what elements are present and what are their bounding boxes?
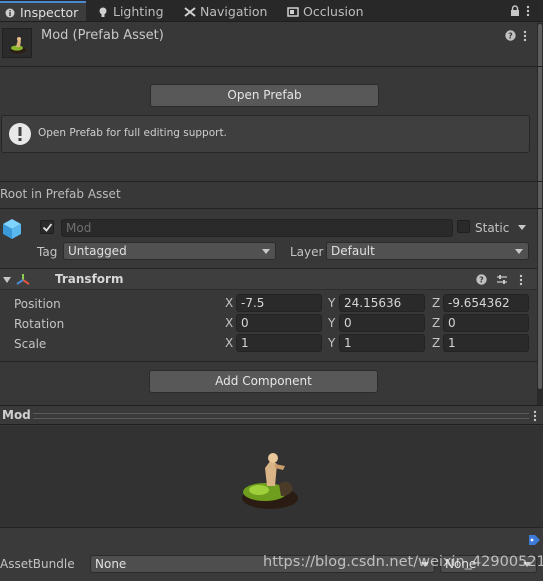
info-help-box: Open Prefab for full editing support. — [1, 115, 530, 153]
rotation-label: Rotation — [14, 317, 65, 331]
page-title: Mod (Prefab Asset) — [41, 28, 164, 43]
tab-navigation[interactable]: Navigation — [180, 2, 280, 22]
scale-x-field[interactable]: 1 — [236, 334, 322, 352]
divider — [0, 181, 543, 182]
more-menu-icon[interactable] — [526, 5, 530, 17]
x-axis-label[interactable]: X — [225, 314, 233, 332]
lock-icon[interactable] — [510, 5, 520, 17]
position-z-field[interactable]: -9.654362 — [443, 294, 529, 312]
rotation-x-field[interactable]: 0 — [236, 314, 322, 332]
chevron-down-icon — [262, 249, 270, 254]
warning-icon — [9, 123, 31, 145]
y-axis-label[interactable]: Y — [328, 334, 335, 352]
tab-label: Occlusion — [303, 4, 364, 19]
rotation-y-field[interactable]: 0 — [339, 314, 425, 332]
help-icon[interactable]: ? — [476, 274, 487, 285]
object-name-input[interactable]: Mod — [61, 219, 453, 237]
tab-label: Inspector — [20, 5, 79, 20]
position-x-field[interactable]: -7.5 — [236, 294, 322, 312]
divider — [0, 208, 543, 209]
prefab-model-icon — [10, 37, 26, 54]
svg-text:?: ? — [479, 276, 484, 285]
layer-label: Layer — [290, 245, 324, 259]
layer-dropdown[interactable]: Default — [326, 242, 529, 260]
drag-handle[interactable] — [33, 413, 529, 419]
x-axis-label[interactable]: X — [225, 294, 233, 312]
preview-more-icon[interactable] — [533, 410, 537, 422]
info-icon — [5, 8, 15, 18]
gameobject-cube-icon — [3, 219, 21, 239]
static-checkbox[interactable] — [457, 220, 470, 233]
occlusion-icon — [287, 7, 299, 17]
tab-inspector[interactable]: Inspector — [0, 1, 86, 21]
navigation-icon — [184, 7, 196, 17]
scrollbar-thumb[interactable] — [538, 24, 542, 389]
header-more-icon[interactable] — [523, 30, 527, 42]
transform-header[interactable]: Transform ? — [0, 268, 537, 290]
component-more-icon[interactable] — [519, 274, 523, 286]
rotation-z-field[interactable]: 0 — [443, 314, 529, 332]
label-tag-icon[interactable] — [527, 533, 541, 547]
root-label: Root in Prefab Asset — [0, 187, 121, 201]
z-axis-label[interactable]: Z — [432, 314, 440, 332]
checkmark-icon — [42, 223, 53, 232]
position-label: Position — [14, 297, 61, 311]
open-prefab-button[interactable]: Open Prefab — [150, 84, 379, 107]
info-message: Open Prefab for full editing support. — [38, 127, 227, 139]
foldout-arrow-icon[interactable] — [3, 277, 11, 283]
tab-occlusion[interactable]: Occlusion — [283, 2, 383, 22]
transform-title: Transform — [55, 272, 124, 286]
tab-label: Navigation — [200, 4, 268, 19]
divider — [0, 361, 537, 362]
active-checkbox[interactable] — [40, 220, 54, 234]
scale-y-field[interactable]: 1 — [339, 334, 425, 352]
model-preview-image — [242, 453, 298, 509]
scale-label: Scale — [14, 337, 47, 351]
assetbundle-section: AssetBundle None None https://blog.csdn.… — [0, 527, 543, 581]
prefab-thumbnail — [2, 28, 32, 58]
y-axis-label[interactable]: Y — [328, 294, 335, 312]
tag-label: Tag — [37, 245, 58, 259]
static-label: Static — [475, 221, 510, 235]
divider — [0, 66, 543, 67]
assetbundle-label: AssetBundle — [0, 557, 75, 571]
scale-z-field[interactable]: 1 — [443, 334, 529, 352]
bulb-icon — [99, 7, 107, 17]
chevron-down-icon — [515, 249, 523, 254]
z-axis-label[interactable]: Z — [432, 334, 440, 352]
tab-label: Lighting — [113, 4, 164, 19]
y-axis-label[interactable]: Y — [328, 314, 335, 332]
transform-axis-icon — [16, 274, 30, 285]
layer-value: Default — [331, 244, 375, 258]
transform-fields: Position X -7.5 Y 24.15636 Z -9.654362 R… — [0, 294, 537, 356]
preview-header[interactable]: Mod — [0, 405, 543, 425]
watermark: https://blog.csdn.net/weixin_42900521 — [263, 554, 543, 570]
position-y-field[interactable]: 24.15636 — [339, 294, 425, 312]
tab-bar: Inspector Lighting Navigation Occlusion — [0, 0, 543, 22]
tag-dropdown[interactable]: Untagged — [63, 242, 276, 260]
svg-text:?: ? — [508, 32, 513, 41]
tag-value: Untagged — [68, 244, 127, 258]
z-axis-label[interactable]: Z — [432, 294, 440, 312]
static-dropdown-arrow-icon[interactable] — [518, 225, 526, 230]
assetbundle-value: None — [95, 557, 127, 571]
x-axis-label[interactable]: X — [225, 334, 233, 352]
help-icon[interactable]: ? — [505, 30, 516, 41]
preview-title: Mod — [2, 408, 31, 422]
presets-sliders-icon[interactable] — [496, 274, 508, 285]
preview-area[interactable] — [0, 426, 543, 527]
tab-lighting[interactable]: Lighting — [93, 2, 179, 22]
add-component-button[interactable]: Add Component — [149, 370, 378, 393]
